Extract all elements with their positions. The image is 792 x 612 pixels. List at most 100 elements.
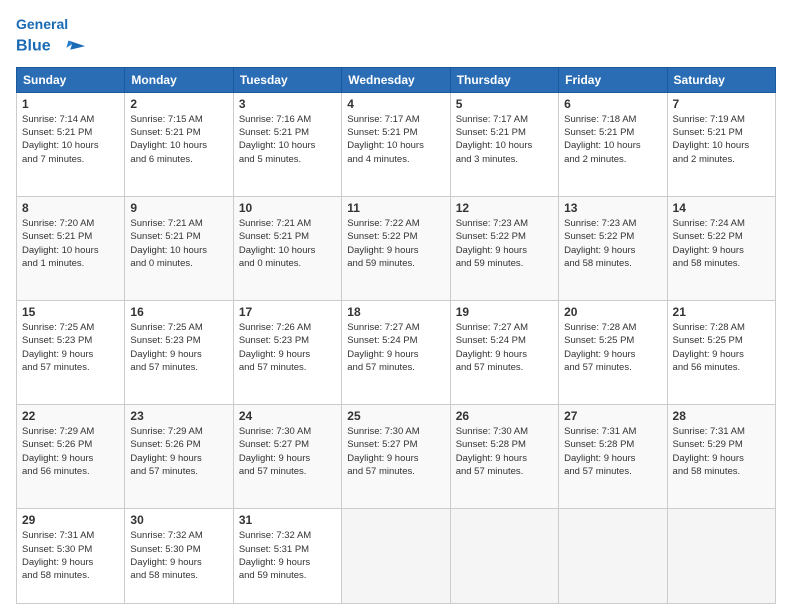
day-info-26: Sunrise: 7:30 AM Sunset: 5:28 PM Dayligh… [456,425,553,478]
day-info-30: Sunrise: 7:32 AM Sunset: 5:30 PM Dayligh… [130,529,227,582]
day-info-14: Sunrise: 7:24 AM Sunset: 5:22 PM Dayligh… [673,217,770,270]
day-cell-5: 5 Sunrise: 7:17 AM Sunset: 5:21 PM Dayli… [450,92,558,196]
calendar-row: 22 Sunrise: 7:29 AM Sunset: 5:26 PM Dayl… [17,405,776,509]
calendar-row: 29 Sunrise: 7:31 AM Sunset: 5:30 PM Dayl… [17,509,776,604]
day-number-16: 16 [130,305,227,319]
day-cell-2: 2 Sunrise: 7:15 AM Sunset: 5:21 PM Dayli… [125,92,233,196]
header-monday: Monday [125,67,233,92]
day-info-11: Sunrise: 7:22 AM Sunset: 5:22 PM Dayligh… [347,217,444,270]
day-number-26: 26 [456,409,553,423]
day-info-9: Sunrise: 7:21 AM Sunset: 5:21 PM Dayligh… [130,217,227,270]
day-cell-24: 24 Sunrise: 7:30 AM Sunset: 5:27 PM Dayl… [233,405,341,509]
calendar-row: 15 Sunrise: 7:25 AM Sunset: 5:23 PM Dayl… [17,301,776,405]
day-cell-8: 8 Sunrise: 7:20 AM Sunset: 5:21 PM Dayli… [17,196,125,300]
page: General Blue Sunday Monday Tuesday [0,0,792,612]
header-saturday: Saturday [667,67,775,92]
day-info-19: Sunrise: 7:27 AM Sunset: 5:24 PM Dayligh… [456,321,553,374]
day-number-17: 17 [239,305,336,319]
day-number-15: 15 [22,305,119,319]
empty-cell [559,509,667,604]
header: General Blue [16,12,776,61]
day-cell-25: 25 Sunrise: 7:30 AM Sunset: 5:27 PM Dayl… [342,405,450,509]
day-cell-22: 22 Sunrise: 7:29 AM Sunset: 5:26 PM Dayl… [17,405,125,509]
day-info-2: Sunrise: 7:15 AM Sunset: 5:21 PM Dayligh… [130,113,227,166]
day-info-4: Sunrise: 7:17 AM Sunset: 5:21 PM Dayligh… [347,113,444,166]
day-number-14: 14 [673,201,770,215]
day-info-25: Sunrise: 7:30 AM Sunset: 5:27 PM Dayligh… [347,425,444,478]
day-cell-30: 30 Sunrise: 7:32 AM Sunset: 5:30 PM Dayl… [125,509,233,604]
day-info-21: Sunrise: 7:28 AM Sunset: 5:25 PM Dayligh… [673,321,770,374]
day-cell-6: 6 Sunrise: 7:18 AM Sunset: 5:21 PM Dayli… [559,92,667,196]
calendar-row: 8 Sunrise: 7:20 AM Sunset: 5:21 PM Dayli… [17,196,776,300]
day-number-3: 3 [239,97,336,111]
logo: General Blue [16,16,87,61]
logo-text: General [16,16,87,33]
day-info-18: Sunrise: 7:27 AM Sunset: 5:24 PM Dayligh… [347,321,444,374]
day-cell-16: 16 Sunrise: 7:25 AM Sunset: 5:23 PM Dayl… [125,301,233,405]
day-cell-27: 27 Sunrise: 7:31 AM Sunset: 5:28 PM Dayl… [559,405,667,509]
day-info-12: Sunrise: 7:23 AM Sunset: 5:22 PM Dayligh… [456,217,553,270]
logo-blue: Blue [16,38,51,55]
day-info-27: Sunrise: 7:31 AM Sunset: 5:28 PM Dayligh… [564,425,661,478]
day-cell-10: 10 Sunrise: 7:21 AM Sunset: 5:21 PM Dayl… [233,196,341,300]
day-number-12: 12 [456,201,553,215]
day-cell-18: 18 Sunrise: 7:27 AM Sunset: 5:24 PM Dayl… [342,301,450,405]
header-tuesday: Tuesday [233,67,341,92]
empty-cell [342,509,450,604]
day-info-13: Sunrise: 7:23 AM Sunset: 5:22 PM Dayligh… [564,217,661,270]
day-cell-26: 26 Sunrise: 7:30 AM Sunset: 5:28 PM Dayl… [450,405,558,509]
day-cell-9: 9 Sunrise: 7:21 AM Sunset: 5:21 PM Dayli… [125,196,233,300]
day-cell-1: 1 Sunrise: 7:14 AM Sunset: 5:21 PM Dayli… [17,92,125,196]
day-cell-23: 23 Sunrise: 7:29 AM Sunset: 5:26 PM Dayl… [125,405,233,509]
day-cell-19: 19 Sunrise: 7:27 AM Sunset: 5:24 PM Dayl… [450,301,558,405]
day-number-7: 7 [673,97,770,111]
day-info-5: Sunrise: 7:17 AM Sunset: 5:21 PM Dayligh… [456,113,553,166]
day-number-31: 31 [239,513,336,527]
logo-bird-icon [59,33,87,61]
day-info-22: Sunrise: 7:29 AM Sunset: 5:26 PM Dayligh… [22,425,119,478]
day-cell-15: 15 Sunrise: 7:25 AM Sunset: 5:23 PM Dayl… [17,301,125,405]
day-number-19: 19 [456,305,553,319]
empty-cell [450,509,558,604]
day-info-24: Sunrise: 7:30 AM Sunset: 5:27 PM Dayligh… [239,425,336,478]
day-info-29: Sunrise: 7:31 AM Sunset: 5:30 PM Dayligh… [22,529,119,582]
header-friday: Friday [559,67,667,92]
day-cell-12: 12 Sunrise: 7:23 AM Sunset: 5:22 PM Dayl… [450,196,558,300]
calendar-row: 1 Sunrise: 7:14 AM Sunset: 5:21 PM Dayli… [17,92,776,196]
day-info-28: Sunrise: 7:31 AM Sunset: 5:29 PM Dayligh… [673,425,770,478]
day-info-1: Sunrise: 7:14 AM Sunset: 5:21 PM Dayligh… [22,113,119,166]
day-info-15: Sunrise: 7:25 AM Sunset: 5:23 PM Dayligh… [22,321,119,374]
day-info-7: Sunrise: 7:19 AM Sunset: 5:21 PM Dayligh… [673,113,770,166]
day-cell-31: 31 Sunrise: 7:32 AM Sunset: 5:31 PM Dayl… [233,509,341,604]
day-number-29: 29 [22,513,119,527]
day-cell-21: 21 Sunrise: 7:28 AM Sunset: 5:25 PM Dayl… [667,301,775,405]
day-number-25: 25 [347,409,444,423]
day-number-18: 18 [347,305,444,319]
day-info-31: Sunrise: 7:32 AM Sunset: 5:31 PM Dayligh… [239,529,336,582]
day-cell-28: 28 Sunrise: 7:31 AM Sunset: 5:29 PM Dayl… [667,405,775,509]
day-number-21: 21 [673,305,770,319]
day-number-4: 4 [347,97,444,111]
day-info-16: Sunrise: 7:25 AM Sunset: 5:23 PM Dayligh… [130,321,227,374]
day-info-6: Sunrise: 7:18 AM Sunset: 5:21 PM Dayligh… [564,113,661,166]
day-cell-13: 13 Sunrise: 7:23 AM Sunset: 5:22 PM Dayl… [559,196,667,300]
day-info-17: Sunrise: 7:26 AM Sunset: 5:23 PM Dayligh… [239,321,336,374]
day-number-10: 10 [239,201,336,215]
day-info-20: Sunrise: 7:28 AM Sunset: 5:25 PM Dayligh… [564,321,661,374]
day-number-23: 23 [130,409,227,423]
calendar-table: Sunday Monday Tuesday Wednesday Thursday… [16,67,776,604]
header-thursday: Thursday [450,67,558,92]
day-number-30: 30 [130,513,227,527]
day-number-22: 22 [22,409,119,423]
day-number-5: 5 [456,97,553,111]
empty-cell [667,509,775,604]
day-cell-14: 14 Sunrise: 7:24 AM Sunset: 5:22 PM Dayl… [667,196,775,300]
day-number-9: 9 [130,201,227,215]
day-cell-20: 20 Sunrise: 7:28 AM Sunset: 5:25 PM Dayl… [559,301,667,405]
day-cell-4: 4 Sunrise: 7:17 AM Sunset: 5:21 PM Dayli… [342,92,450,196]
day-cell-29: 29 Sunrise: 7:31 AM Sunset: 5:30 PM Dayl… [17,509,125,604]
weekday-header-row: Sunday Monday Tuesday Wednesday Thursday… [17,67,776,92]
day-number-11: 11 [347,201,444,215]
day-cell-7: 7 Sunrise: 7:19 AM Sunset: 5:21 PM Dayli… [667,92,775,196]
day-number-24: 24 [239,409,336,423]
